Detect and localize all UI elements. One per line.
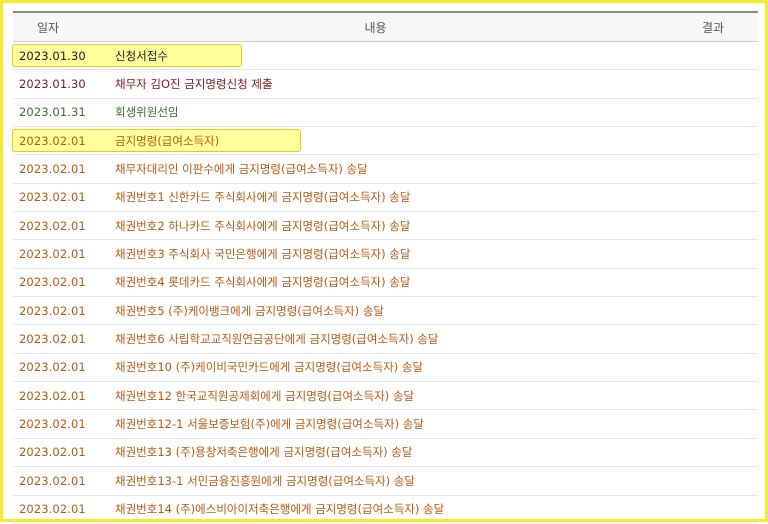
cell-content: 채권번호14 (주)에스비아이저축은행에게 금지명령(급여소득자) 송달 <box>115 502 445 517</box>
cell-content: 채권번호12-1 서울보증보험(주)에게 금지명령(급여소득자) 송달 <box>115 417 424 432</box>
cell-content: 회생위원선임 <box>115 105 179 120</box>
cell-content: 채권번호4 롯데카드 주식회사에게 금지명령(급여소득자) 송달 <box>115 275 411 290</box>
table-row: 2023.01.30 신청서접수 <box>12 42 758 71</box>
cell-date: 2023.02.01 <box>19 473 86 488</box>
cell-date: 2023.01.30 <box>19 48 86 63</box>
cell-date: 2023.02.01 <box>19 360 86 375</box>
cell-date: 2023.02.01 <box>19 445 86 460</box>
screenshot-frame: 일자 내용 결과 2023.01.30 신청서접수 2023.01.30 채무자 김O… <box>0 0 768 524</box>
table-row: 2023.02.01 금지명령(급여소득자) <box>12 127 758 156</box>
header-date: 일자 <box>36 20 60 35</box>
header-content: 내용 <box>364 20 387 35</box>
table-row: 2023.02.01 채권번호12 한국교직원공제회에게 금지명령(급여소득자) … <box>13 382 758 411</box>
cell-content: 신청서접수 <box>115 48 168 63</box>
table-row: 2023.02.01 채권번호2 하나카드 주식회사에게 금지명령(급여소득자) … <box>13 212 758 241</box>
cell-content: 채권번호13 (주)용창저축은행에게 금지명령(급여소득자) 송달 <box>115 445 413 460</box>
table-row: 2023.02.01 채권번호4 롯데카드 주식회사에게 금지명령(급여소득자) … <box>13 269 758 298</box>
cell-date: 2023.02.01 <box>19 417 86 432</box>
cell-content: 채권번호1 신한카드 주식회사에게 금지명령(급여소득자) 송달 <box>115 190 411 205</box>
cell-content: 채권번호10 (주)케이비국민카드에게 금지명령(급여소득자) 송달 <box>115 360 424 375</box>
table-row: 2023.02.01 채권번호13 (주)용창저축은행에게 금지명령(급여소득자)… <box>13 439 758 468</box>
table-row: 2023.02.01 채권번호5 (주)케이뱅크에게 금지명령(급여소득자) 송달 <box>13 297 758 326</box>
cell-date: 2023.02.01 <box>19 388 86 403</box>
cell-date: 2023.02.01 <box>19 502 86 517</box>
table-header: 일자 내용 결과 <box>13 11 758 42</box>
cell-date: 2023.02.01 <box>19 218 86 233</box>
cell-content: 채권번호13-1 서민금융진흥원에게 금지명령(급여소득자) 송달 <box>115 473 415 488</box>
cell-content: 채권번호3 주식회사 국민은행에게 금지명령(급여소득자) 송달 <box>115 247 411 262</box>
table-row: 2023.02.01 채무자대리인 이판수에게 금지명령(급여소득자) 송달 <box>13 155 758 184</box>
cell-content: 금지명령(급여소득자) <box>115 133 220 148</box>
table-row: 2023.02.01 채권번호14 (주)에스비아이저축은행에게 금지명령(급여소… <box>13 496 758 524</box>
table-row: 2023.02.01 채권번호13-1 서민금융진흥원에게 금지명령(급여소득자)… <box>13 467 758 496</box>
table-row: 2023.02.01 채권번호3 주식회사 국민은행에게 금지명령(급여소득자) … <box>13 240 758 269</box>
table-row: 2023.02.01 채권번호10 (주)케이비국민카드에게 금지명령(급여소득자… <box>13 354 758 383</box>
cell-date: 2023.01.31 <box>19 105 86 120</box>
case-progress-table: 일자 내용 결과 2023.01.30 신청서접수 2023.01.30 채무자 김O… <box>12 11 758 524</box>
cell-content: 채권번호6 사립학교교직원연금공단에게 금지명령(급여소득자) 송달 <box>115 332 439 347</box>
cell-content: 채무자 김O진 금지명령신청 제출 <box>115 77 273 92</box>
table-row: 2023.02.01 채권번호12-1 서울보증보험(주)에게 금지명령(급여소득… <box>13 410 758 439</box>
table-row: 2023.02.01 채권번호1 신한카드 주식회사에게 금지명령(급여소득자) … <box>13 184 758 213</box>
header-result: 결과 <box>701 20 725 35</box>
cell-date: 2023.02.01 <box>19 190 86 205</box>
table-row: 2023.02.01 채권번호6 사립학교교직원연금공단에게 금지명령(급여소득자… <box>13 325 758 354</box>
cell-date: 2023.02.01 <box>19 332 86 347</box>
table-row: 2023.01.31 회생위원선임 <box>13 99 758 128</box>
table-body: 2023.01.30 신청서접수 2023.01.30 채무자 김O진 금지명령신청 … <box>12 42 758 524</box>
table-row: 2023.01.30 채무자 김O진 금지명령신청 제출 <box>13 70 758 99</box>
cell-date: 2023.02.01 <box>19 275 86 290</box>
cell-content: 채권번호2 하나카드 주식회사에게 금지명령(급여소득자) 송달 <box>115 218 411 233</box>
cell-date: 2023.02.01 <box>19 162 86 177</box>
cell-date: 2023.02.01 <box>19 133 86 148</box>
cell-content: 채무자대리인 이판수에게 금지명령(급여소득자) 송달 <box>115 162 368 177</box>
cell-date: 2023.02.01 <box>19 247 86 262</box>
cell-content: 채권번호5 (주)케이뱅크에게 금지명령(급여소득자) 송달 <box>115 303 384 318</box>
cell-date: 2023.02.01 <box>19 303 86 318</box>
cell-content: 채권번호12 한국교직원공제회에게 금지명령(급여소득자) 송달 <box>115 388 415 403</box>
cell-date: 2023.01.30 <box>19 77 86 92</box>
